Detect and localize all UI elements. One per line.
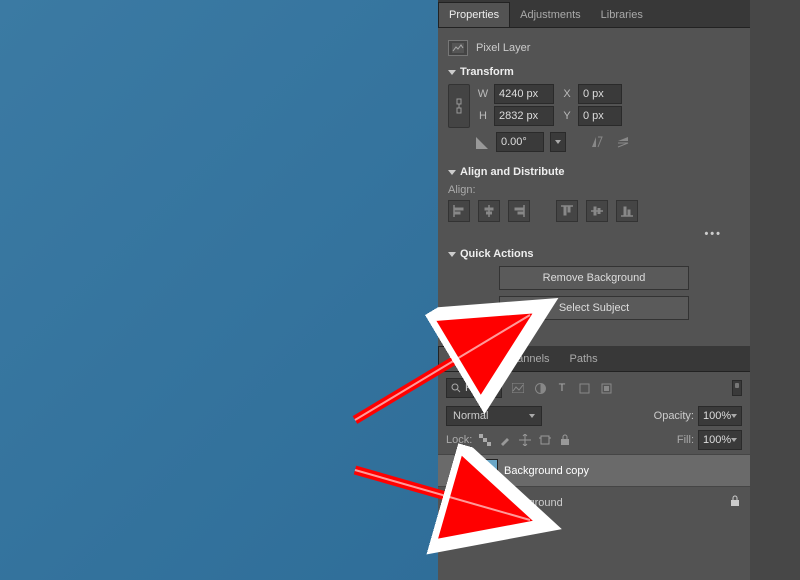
angle-icon bbox=[476, 135, 490, 149]
filter-adjustment-icon[interactable] bbox=[532, 380, 548, 396]
search-icon bbox=[451, 383, 461, 393]
collapsed-panel-dock[interactable] bbox=[750, 0, 800, 580]
right-panels: Properties Adjustments Libraries Pixel L… bbox=[438, 0, 750, 580]
blend-mode-select[interactable]: Normal bbox=[446, 406, 542, 426]
x-label: X bbox=[560, 88, 574, 100]
filter-pixel-icon[interactable] bbox=[510, 380, 526, 396]
y-input[interactable] bbox=[578, 106, 622, 126]
h-label: H bbox=[476, 110, 490, 122]
quick-actions-header[interactable]: Quick Actions bbox=[448, 248, 740, 260]
width-input[interactable] bbox=[494, 84, 554, 104]
align-left-button[interactable] bbox=[448, 200, 470, 222]
y-label: Y bbox=[560, 110, 574, 122]
align-right-button[interactable] bbox=[508, 200, 530, 222]
chevron-down-icon bbox=[731, 414, 737, 418]
tab-properties[interactable]: Properties bbox=[438, 2, 510, 27]
pixel-layer-icon bbox=[448, 40, 468, 56]
layer-filter-row: Kind T bbox=[438, 372, 750, 404]
filter-type-icon[interactable]: T bbox=[554, 380, 570, 396]
tab-layers[interactable]: Layers bbox=[438, 346, 493, 371]
x-input[interactable] bbox=[578, 84, 622, 104]
align-top-button[interactable] bbox=[556, 200, 578, 222]
flip-horizontal-button[interactable] bbox=[588, 133, 606, 151]
transform-controls: W H X Y bbox=[448, 84, 740, 128]
layer-thumbnail[interactable] bbox=[468, 459, 498, 483]
w-label: W bbox=[476, 88, 490, 100]
blend-mode-value: Normal bbox=[453, 410, 488, 422]
more-options-button[interactable]: ••• bbox=[448, 228, 740, 240]
flip-vertical-button[interactable] bbox=[614, 133, 632, 151]
align-label: Align and Distribute bbox=[460, 166, 565, 178]
align-bottom-button[interactable] bbox=[616, 200, 638, 222]
quick-actions-label: Quick Actions bbox=[460, 248, 534, 260]
lock-all-icon[interactable] bbox=[558, 433, 572, 447]
chevron-down-icon bbox=[448, 170, 456, 175]
properties-tab-bar: Properties Adjustments Libraries bbox=[438, 0, 750, 28]
angle-input[interactable] bbox=[496, 132, 544, 152]
chevron-down-icon bbox=[731, 438, 737, 442]
tab-adjustments[interactable]: Adjustments bbox=[510, 3, 591, 27]
chevron-down-icon bbox=[448, 252, 456, 257]
blend-opacity-row: Normal Opacity: 100% bbox=[438, 404, 750, 428]
layer-type-indicator: Pixel Layer bbox=[448, 36, 740, 60]
remove-background-button[interactable]: Remove Background bbox=[499, 266, 689, 290]
lock-position-icon[interactable] bbox=[518, 433, 532, 447]
canvas[interactable] bbox=[0, 0, 438, 580]
fill-input[interactable]: 100% bbox=[698, 430, 742, 450]
angle-dropdown[interactable] bbox=[550, 132, 566, 152]
lock-pixels-icon[interactable] bbox=[498, 433, 512, 447]
rotation-controls bbox=[476, 132, 740, 152]
lock-fill-row: Lock: Fill: 100% bbox=[438, 428, 750, 452]
layer-type-label: Pixel Layer bbox=[476, 42, 530, 54]
layer-list: Background copy Background bbox=[438, 454, 750, 518]
eye-icon bbox=[446, 498, 460, 508]
filter-smartobject-icon[interactable] bbox=[598, 380, 614, 396]
layer-name: Background bbox=[504, 497, 563, 509]
select-subject-button[interactable]: Select Subject bbox=[499, 296, 689, 320]
align-header[interactable]: Align and Distribute bbox=[448, 166, 740, 178]
layers-tab-bar: Layers Channels Paths bbox=[438, 346, 750, 372]
align-vcenter-button[interactable] bbox=[586, 200, 608, 222]
filter-toggle[interactable] bbox=[732, 380, 742, 396]
height-input[interactable] bbox=[494, 106, 554, 126]
chevron-down-icon bbox=[529, 414, 535, 418]
filter-shape-icon[interactable] bbox=[576, 380, 592, 396]
chevron-down-icon bbox=[555, 140, 561, 144]
lock-label: Lock: bbox=[446, 434, 472, 446]
chevron-down-icon bbox=[448, 70, 456, 75]
visibility-toggle[interactable] bbox=[444, 498, 462, 508]
link-wh-button[interactable] bbox=[448, 84, 470, 128]
lock-icon bbox=[730, 495, 740, 510]
layer-thumbnail[interactable] bbox=[468, 491, 498, 515]
fill-value: 100% bbox=[703, 434, 731, 446]
tab-channels[interactable]: Channels bbox=[493, 347, 559, 371]
align-sub-label: Align: bbox=[448, 184, 740, 196]
opacity-input[interactable]: 100% bbox=[698, 406, 742, 426]
align-hcenter-button[interactable] bbox=[478, 200, 500, 222]
layers-panel: Layers Channels Paths Kind T Normal bbox=[438, 346, 750, 518]
lock-transparency-icon[interactable] bbox=[478, 433, 492, 447]
filter-kind-select[interactable]: Kind bbox=[446, 378, 502, 398]
opacity-label: Opacity: bbox=[654, 410, 694, 422]
lock-artboard-icon[interactable] bbox=[538, 433, 552, 447]
properties-body: Pixel Layer Transform W H bbox=[438, 28, 750, 334]
tab-paths[interactable]: Paths bbox=[560, 347, 608, 371]
transform-header[interactable]: Transform bbox=[448, 66, 740, 78]
layer-row-background-copy[interactable]: Background copy bbox=[438, 454, 750, 486]
chevron-down-icon bbox=[491, 386, 497, 390]
fill-label: Fill: bbox=[677, 434, 694, 446]
layer-row-background[interactable]: Background bbox=[438, 486, 750, 518]
filter-kind-label: Kind bbox=[465, 382, 487, 394]
layer-name: Background copy bbox=[504, 465, 589, 477]
opacity-value: 100% bbox=[703, 410, 731, 422]
align-buttons bbox=[448, 200, 740, 222]
transform-label: Transform bbox=[460, 66, 514, 78]
tab-libraries[interactable]: Libraries bbox=[591, 3, 653, 27]
